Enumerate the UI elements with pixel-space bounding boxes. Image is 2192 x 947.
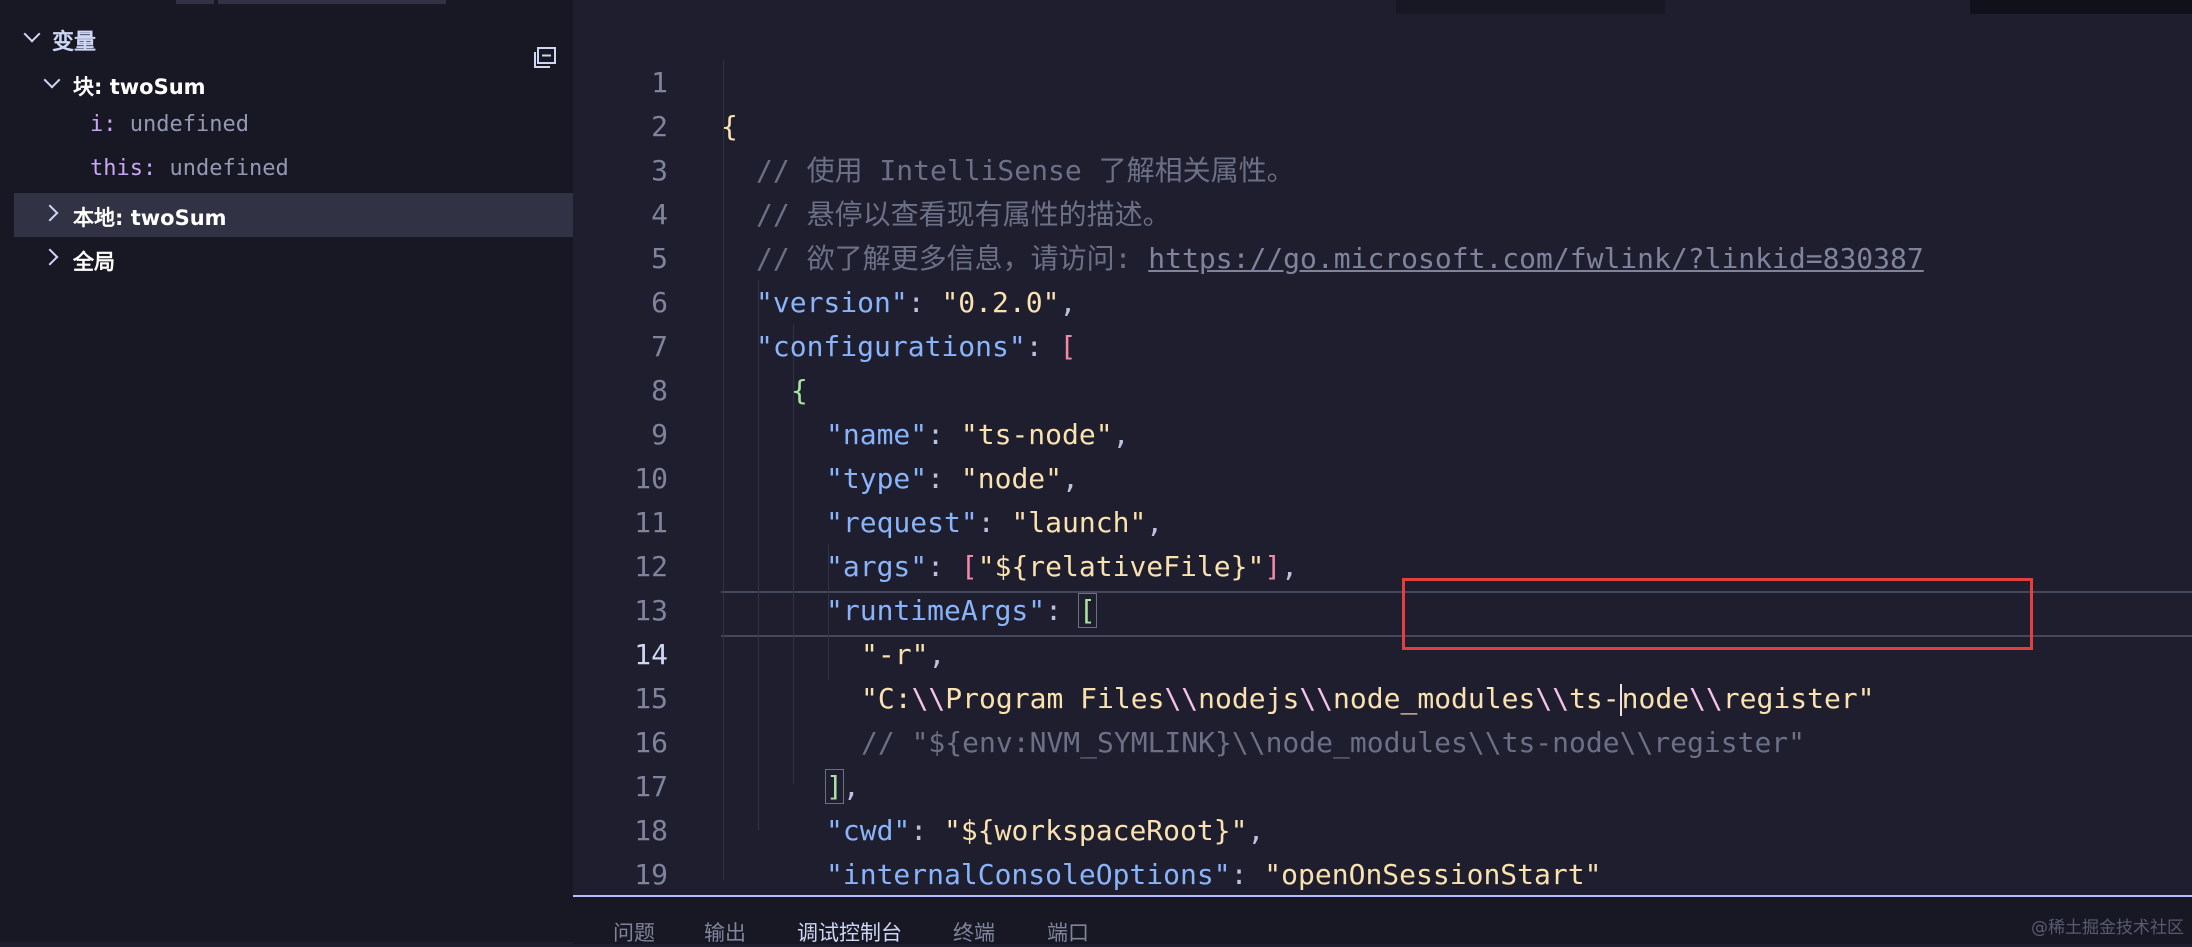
variables-section-title: 变量 bbox=[52, 30, 97, 55]
code-line: 17 "cwd": "${workspaceRoot}", bbox=[573, 721, 2192, 847]
variable-row[interactable]: this: undefined bbox=[90, 156, 289, 181]
debug-sidebar: 变量 块: twoSum i: undefined this: undefine… bbox=[0, 0, 573, 942]
code-line: 11 "args": ["${relativeFile}"], bbox=[573, 457, 2192, 583]
code-line: 3 // 悬停以查看现有属性的描述。 bbox=[573, 105, 2192, 231]
code-line: 10 "request": "launch", bbox=[573, 413, 2192, 539]
code-line: 1 { bbox=[573, 17, 2192, 143]
sidebar-top-input[interactable] bbox=[218, 0, 446, 4]
code-line: 19 } bbox=[573, 809, 2192, 891]
code-line: 6 "configurations": [ bbox=[573, 237, 2192, 363]
chevron-right-icon bbox=[41, 204, 59, 222]
code-line: 9 "type": "node", bbox=[573, 369, 2192, 495]
global-scope-label: 全局 bbox=[73, 250, 115, 274]
chevron-down-icon bbox=[43, 71, 61, 89]
code-line: 4 // 欲了解更多信息，请访问: https://go.microsoft.c… bbox=[573, 149, 2192, 275]
code-line: 2 // 使用 IntelliSense 了解相关属性。 bbox=[573, 61, 2192, 187]
tab-terminal[interactable]: 终端 bbox=[953, 917, 995, 947]
code-line: 7 { bbox=[573, 281, 2192, 407]
variable-value: undefined bbox=[129, 112, 249, 137]
highlight-box bbox=[1402, 578, 2033, 650]
variable-name: this: bbox=[90, 156, 157, 181]
chevron-down-icon bbox=[23, 25, 41, 43]
tab-problems[interactable]: 问题 bbox=[613, 917, 655, 947]
tab-debug-console[interactable]: 调试控制台 bbox=[797, 917, 902, 947]
local-scope-label: 本地: twoSum bbox=[73, 206, 227, 230]
tab-output[interactable]: 输出 bbox=[704, 917, 746, 947]
chevron-right-icon bbox=[41, 248, 59, 266]
variable-name: i: bbox=[90, 112, 117, 137]
variable-value: undefined bbox=[169, 156, 289, 181]
tab-ports[interactable]: 端口 bbox=[1047, 917, 1089, 947]
variable-row[interactable]: i: undefined bbox=[90, 112, 249, 137]
code-line: 12 "runtimeArgs": [ bbox=[573, 501, 2192, 628]
bottom-panel: 问题 输出 调试控制台 终端 端口 @稀土掘金技术社区 bbox=[573, 895, 2192, 947]
code-line: 20 ] bbox=[573, 853, 2192, 895]
block-scope-label: 块: twoSum bbox=[73, 75, 206, 99]
tree-item-global-scope[interactable]: 全局 bbox=[14, 237, 573, 281]
sidebar-top-control[interactable] bbox=[176, 0, 214, 4]
code-line: 18 "internalConsoleOptions": "openOnSess… bbox=[573, 765, 2192, 891]
editor-overlay-strip bbox=[1970, 0, 2192, 14]
watermark: @稀土掘金技术社区 bbox=[2031, 918, 2184, 938]
variables-section-header[interactable]: 变量 bbox=[0, 18, 573, 68]
code-line: 5 "version": "0.2.0", bbox=[573, 193, 2192, 319]
code-line: 8 "name": "ts-node", bbox=[573, 325, 2192, 451]
code-editor[interactable]: 1 { 2 // 使用 IntelliSense 了解相关属性。 3 // 悬停… bbox=[573, 0, 2192, 895]
editor-tabbar-strip bbox=[1396, 0, 1665, 14]
tree-item-local-scope[interactable]: 本地: twoSum bbox=[14, 193, 573, 237]
tree-item-block-scope[interactable]: 块: twoSum bbox=[0, 62, 573, 106]
code-line: 16 ], bbox=[573, 677, 2192, 804]
